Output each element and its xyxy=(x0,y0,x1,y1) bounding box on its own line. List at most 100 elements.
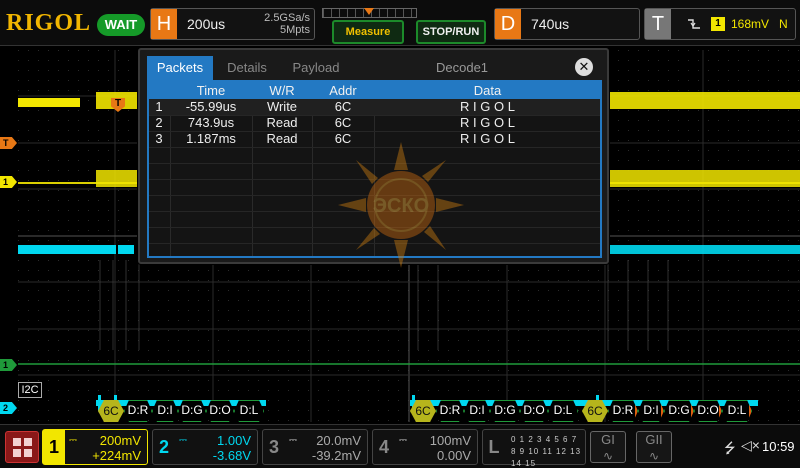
la-channels-row1: 0 1 2 3 4 5 6 7 xyxy=(511,435,578,444)
decode-data[interactable]: D:L xyxy=(548,400,578,422)
col-data: Data xyxy=(473,83,502,98)
trigger-position-marker xyxy=(364,8,374,15)
logic-analyzer-settings[interactable]: L 0 1 2 3 4 5 6 7 8 9 10 11 12 13 14 15 xyxy=(482,429,586,468)
trigger-letter: T xyxy=(645,9,671,39)
row-divider xyxy=(149,227,600,228)
ch2-number: 2 xyxy=(158,437,169,457)
decode-data[interactable]: D:I xyxy=(152,400,178,422)
decode-data[interactable]: D:R xyxy=(608,400,638,422)
tab-details[interactable]: Details xyxy=(220,56,274,80)
measure-button[interactable]: Measure xyxy=(332,20,404,44)
cell-data: R I G O L xyxy=(460,115,515,130)
ch2-settings[interactable]: 2 ⎓ 1.00V -3.68V xyxy=(152,429,258,465)
la-channels-row2: 8 9 10 11 12 13 14 15 xyxy=(511,447,582,468)
trigger-mode: N xyxy=(779,17,788,31)
cell-index: 3 xyxy=(155,131,163,146)
decode-data[interactable]: D:I xyxy=(464,400,490,422)
trigger-panel[interactable]: T 1 168mV N xyxy=(644,8,796,40)
cell-index: 1 xyxy=(155,99,163,114)
cell-wr: Write xyxy=(266,99,298,114)
gen1-label: GI xyxy=(601,432,615,447)
table-row[interactable]: 2 743.9us Read 6C R I G O L xyxy=(149,115,600,131)
rigol-logo: RIGOL xyxy=(6,10,92,36)
speaker-icon[interactable]: ◁× xyxy=(741,437,760,454)
falling-edge-icon xyxy=(687,17,701,31)
table-header: Time W/R Addr Data xyxy=(149,82,600,99)
delay-value: 740us xyxy=(531,16,570,32)
ch3-offset: -39.2mV xyxy=(311,448,361,463)
ch1-scale: 200mV xyxy=(99,433,141,448)
ch4-number: 4 xyxy=(378,437,389,457)
tab-packets[interactable]: Packets xyxy=(147,56,213,80)
generator-1-button[interactable]: GI ∿ xyxy=(590,431,626,463)
ch1-settings[interactable]: 1 ⎓ 200mV +224mV xyxy=(42,429,148,465)
bus-label: I2C xyxy=(18,382,42,398)
horizontal-timebase-panel[interactable]: H 200us 2.5GSa/s 5Mpts xyxy=(150,8,315,40)
grid-menu-icon[interactable] xyxy=(5,431,39,463)
dc-coupling-icon: ⎓ xyxy=(289,435,297,446)
table-row[interactable]: 3 1.187ms Read 6C R I G O L xyxy=(149,131,600,147)
cell-addr: 6C xyxy=(334,115,352,130)
gen2-label: GII xyxy=(645,432,663,447)
decode-data[interactable]: D:L xyxy=(722,400,752,422)
cell-time: -55.99us xyxy=(185,99,237,114)
delay-letter: D xyxy=(495,9,521,39)
row-divider xyxy=(149,179,600,180)
row-divider xyxy=(149,147,600,148)
sine-wave-icon: ∿ xyxy=(602,449,614,463)
dc-coupling-icon: ⎓ xyxy=(399,435,407,446)
decode-data[interactable]: D:G xyxy=(664,400,694,422)
ch4-scale: 100mV xyxy=(429,433,471,448)
horizontal-letter: H xyxy=(151,9,177,39)
cell-time: 743.9us xyxy=(187,115,235,130)
cell-data: R I G O L xyxy=(460,131,515,146)
decode-data[interactable]: D:G xyxy=(490,400,520,422)
run-state-badge[interactable]: WAIT xyxy=(97,14,145,36)
trigger-level: 168mV xyxy=(731,17,770,31)
cell-addr: 6C xyxy=(334,131,352,146)
decode-data[interactable]: D:I xyxy=(638,400,664,422)
decode-data[interactable]: D:O xyxy=(694,400,722,422)
delay-panel[interactable]: D 740us xyxy=(494,8,640,40)
stop-run-button[interactable]: STOP/RUN xyxy=(416,20,486,44)
decode-event-table-window[interactable]: Packets Details Payload Decode1 ✕ Time W… xyxy=(138,48,609,268)
decode-data[interactable]: D:O xyxy=(520,400,548,422)
cell-wr: Read xyxy=(266,115,298,130)
ch3-settings[interactable]: 3 ⎓ 20.0mV -39.2mV xyxy=(262,429,368,465)
cell-time: 1.187ms xyxy=(186,131,236,146)
ch4-settings[interactable]: 4 ⎓ 100mV 0.00V xyxy=(372,429,478,465)
top-status-bar: RIGOL WAIT H 200us 2.5GSa/s 5Mpts Measur… xyxy=(0,0,800,46)
ch3-number: 3 xyxy=(268,437,279,457)
ch2-offset-marker[interactable]: 2 xyxy=(0,402,17,414)
col-addr: Addr xyxy=(329,83,357,98)
decode-data[interactable]: D:G xyxy=(178,400,206,422)
row-divider xyxy=(149,163,600,164)
col-time: Time xyxy=(196,83,226,98)
packets-table[interactable]: Time W/R Addr Data 1 -55.99us Write 6C R… xyxy=(147,80,602,258)
memory-depth: 5Mpts xyxy=(280,24,310,36)
decode-window-title: Decode1 xyxy=(436,60,489,75)
ch4-offset: 0.00V xyxy=(437,448,471,463)
col-wr: W/R xyxy=(269,83,295,98)
trigger-source-badge: 1 xyxy=(711,17,725,31)
decode-data[interactable]: D:R xyxy=(436,400,464,422)
trigger-arrow-marker[interactable]: T xyxy=(0,137,17,149)
ch1-number: 1 xyxy=(43,430,65,464)
decode-data[interactable]: D:R xyxy=(124,400,152,422)
bus-offset-marker[interactable]: 1 xyxy=(0,359,17,371)
usb-icon: ⭍ xyxy=(724,440,736,456)
row-divider xyxy=(149,195,600,196)
decode-data[interactable]: D:O xyxy=(206,400,234,422)
timebase-value: 200us xyxy=(187,16,226,32)
col-index xyxy=(149,82,169,99)
ch2-offset: -3.68V xyxy=(212,448,251,463)
ch1-offset-marker[interactable]: 1 xyxy=(0,176,17,188)
row-divider xyxy=(149,243,600,244)
system-clock: 10:59 xyxy=(762,439,795,454)
tab-payload[interactable]: Payload xyxy=(286,56,346,80)
generator-2-button[interactable]: GII ∿ xyxy=(636,431,672,463)
cell-data: R I G O L xyxy=(460,99,515,114)
close-icon[interactable]: ✕ xyxy=(575,58,593,76)
table-row[interactable]: 1 -55.99us Write 6C R I G O L xyxy=(149,99,600,115)
decode-data[interactable]: D:L xyxy=(234,400,264,422)
